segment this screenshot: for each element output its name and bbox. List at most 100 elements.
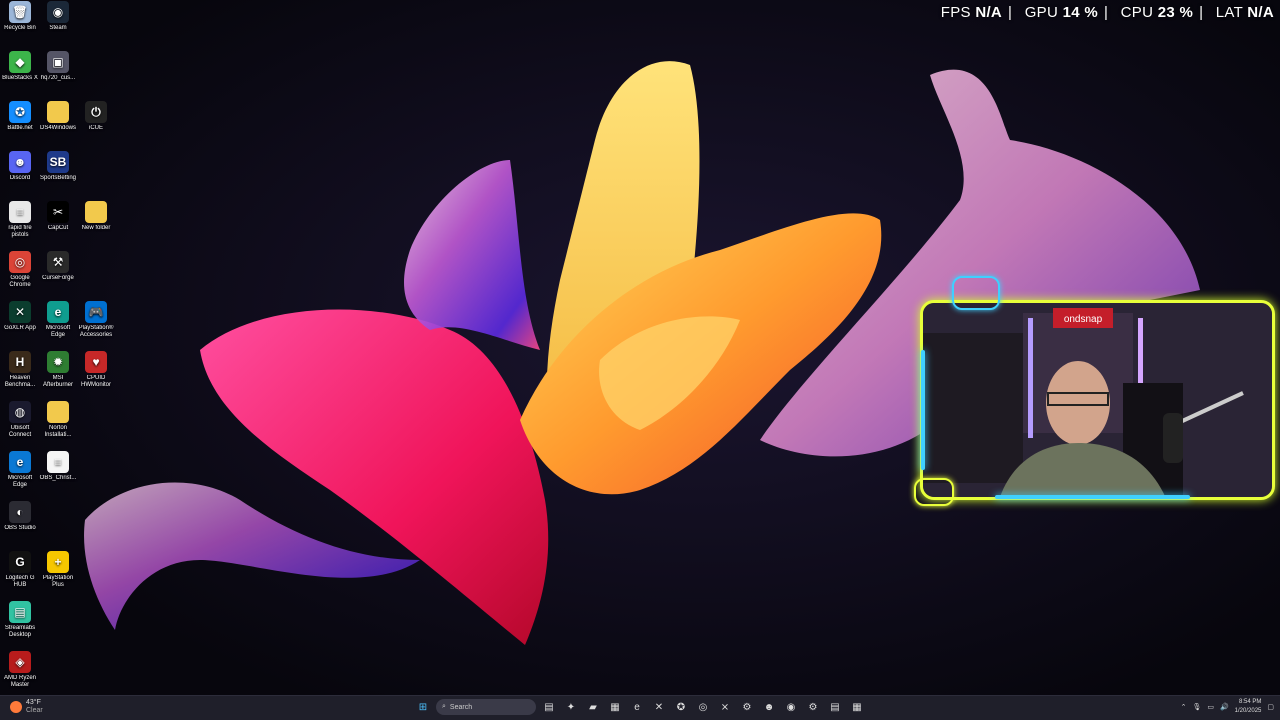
clock-time: 8:54 PM xyxy=(1239,699,1262,705)
desktop-icon-edge[interactable]: e Microsoft Edge xyxy=(38,301,78,339)
desktop-icon-label: Microsoft Edge xyxy=(45,325,71,338)
desktop-icon-capcut[interactable]: ✂ CapCut xyxy=(38,201,78,232)
network-icon[interactable]: ▭ xyxy=(1207,703,1214,711)
copilot-icon[interactable]: ✦ xyxy=(562,698,580,716)
desktop-icon-chrome[interactable]: ◎ Google Chrome xyxy=(0,251,40,289)
streamlabs-icon[interactable]: ▤ xyxy=(826,698,844,716)
settings-icon[interactable]: ⚙ xyxy=(804,698,822,716)
desktop-icon-label: Steam xyxy=(49,25,67,31)
gamepad-icon xyxy=(914,478,954,506)
volume-icon[interactable]: 🔊 xyxy=(1220,703,1229,711)
desktop-icon-playstation-accessories[interactable]: 🎮 PlayStation® Accessories xyxy=(76,301,116,339)
bluestacks-icon: ◆ xyxy=(9,51,31,73)
lat-value: N/A xyxy=(1247,4,1274,21)
folder-icon[interactable]: ▰ xyxy=(584,698,602,716)
desktop-icon-msi-afterburner[interactable]: ✹ MSI Afterburner xyxy=(38,351,78,389)
desktop-icon-label: Streamlabs Desktop xyxy=(4,625,36,638)
heaven-benchmark-icon: H xyxy=(9,351,31,373)
search-input[interactable]: ⌕ Search xyxy=(436,699,536,715)
weather-condition: Clear xyxy=(26,707,43,714)
desktop-icon-label: DS4Windows xyxy=(39,125,76,131)
desktop-icon-label: CapCut xyxy=(47,225,69,231)
desktop-icon-streamlabs[interactable]: ▤ Streamlabs Desktop xyxy=(0,601,40,639)
desktop-icon-label: GoXLR App xyxy=(4,325,36,331)
desktop-icon-label: New folder xyxy=(81,225,111,231)
steam-icon[interactable]: ◉ xyxy=(782,698,800,716)
desktop-icon-folder[interactable]: New folder xyxy=(76,201,116,232)
curseforge-icon: ⚒ xyxy=(47,251,69,273)
separator: | xyxy=(1199,4,1204,21)
desktop-icon-recycle-bin[interactable]: 🗑 Recycle Bin xyxy=(0,1,40,32)
chevron-up-icon[interactable]: ⌃ xyxy=(1181,703,1187,711)
desktop-icon-label: Battle.net xyxy=(7,125,33,131)
desktop-icon-label: PlayStation® Accessories xyxy=(78,325,114,338)
xbox-icon[interactable]: ⨯ xyxy=(716,698,734,716)
lat-label: LAT xyxy=(1215,4,1243,21)
discord-icon[interactable]: ☻ xyxy=(760,698,778,716)
edge-icon: e xyxy=(9,451,31,473)
desktop-icon-ubisoft[interactable]: ◍ Ubisoft Connect xyxy=(0,401,40,439)
wall-sign: ondsnap xyxy=(1064,314,1103,325)
folder-icon xyxy=(85,201,107,223)
tool-icon[interactable]: ⚙ xyxy=(738,698,756,716)
desktop-icon-label: MSI Afterburner xyxy=(42,375,73,388)
performance-overlay: FPS N/A | GPU 14 % | CPU 23 % | LAT N/A xyxy=(941,4,1274,21)
ubisoft-icon: ◍ xyxy=(9,401,31,423)
folder-icon xyxy=(47,101,69,123)
desktop-icon-amd-ryzen-master[interactable]: ◈ AMD Ryzen Master xyxy=(0,651,40,689)
desktop-icon-folder[interactable]: Norton Installati... xyxy=(38,401,78,439)
desktop-icon-image-file[interactable]: ▣ hq720_cus... xyxy=(38,51,78,82)
desktop-icon-label: PlayStation Plus xyxy=(42,575,74,588)
webcam-feed: ondsnap xyxy=(923,303,1272,497)
desktop-icon-label: Logitech G HUB xyxy=(5,575,35,588)
clock[interactable]: 8:54 PM 1/20/2025 xyxy=(1235,698,1262,716)
streamlabs-icon: ▤ xyxy=(9,601,31,623)
desktop-icon-folder[interactable]: DS4Windows xyxy=(38,101,78,132)
desktop-icon-heaven-benchmark[interactable]: H Heaven Benchma... xyxy=(0,351,40,389)
desktop-icon-goxlr[interactable]: ✕ GoXLR App xyxy=(0,301,40,332)
goxlr-icon[interactable]: ✕ xyxy=(650,698,668,716)
chrome-icon: ◎ xyxy=(9,251,31,273)
chrome-icon[interactable]: ◎ xyxy=(694,698,712,716)
edge-icon[interactable]: e xyxy=(628,698,646,716)
playstation-plus-icon: + xyxy=(47,551,69,573)
cpu-value: 23 % xyxy=(1157,4,1194,21)
desktop-icon-obs[interactable]: ◐ OBS Studio xyxy=(0,501,40,532)
desktop-icon-icue[interactable]: ⏻ iCUE xyxy=(76,101,116,132)
folder-icon xyxy=(47,401,69,423)
desktop-icon-curseforge[interactable]: ⚒ CurseForge xyxy=(38,251,78,282)
desktop-icon-bluestacks[interactable]: ◆ BlueStacks X xyxy=(0,51,40,82)
desktop-icon-hwmonitor[interactable]: ♥ CPUID HWMonitor xyxy=(76,351,116,389)
start-icon[interactable]: ⊞ xyxy=(414,698,432,716)
desktop-icon-text-file[interactable]: ≡ rapid fire pistols xyxy=(0,201,40,239)
notifications-icon[interactable]: ▢ xyxy=(1267,703,1274,711)
system-tray: ⌃ 🎙 ▭ 🔊 8:54 PM 1/20/2025 ▢ xyxy=(1181,698,1274,716)
desktop-icon-steam[interactable]: ◉ Steam xyxy=(38,1,78,32)
file-explorer-icon[interactable]: ▤ xyxy=(540,698,558,716)
desktop-icon-text-file[interactable]: ≡ OBS_Christ... xyxy=(38,451,78,482)
desktop-icon-logitech-ghub[interactable]: G Logitech G HUB xyxy=(0,551,40,589)
microphone-icon[interactable]: 🎙 xyxy=(1192,703,1201,711)
desktop-icon-label: Recycle Bin xyxy=(4,25,36,31)
taskbar: 43°F Clear ⊞ ⌕ Search ▤ ✦ ▰ ▦ e ✕ ✪ ◎ ⨯ ⚙ ☻ ◉ ⚙ ▤ ▦ ⌃ … xyxy=(0,695,1280,720)
desktop-icon-label: rapid fire pistols xyxy=(8,225,32,238)
icue-icon: ⏻ xyxy=(85,101,107,123)
gpu-value: 14 % xyxy=(1062,4,1098,21)
desktop-icon-label: OBS Studio xyxy=(4,525,36,531)
amd-ryzen-master-icon: ◈ xyxy=(9,651,31,673)
desktop-icon-label: Google Chrome xyxy=(9,275,31,288)
discord-icon: ☻ xyxy=(9,151,31,173)
capcut-icon: ✂ xyxy=(47,201,69,223)
battlenet-icon[interactable]: ✪ xyxy=(672,698,690,716)
webcam-accent-bar xyxy=(995,495,1190,499)
desktop-icon-sportsbetting[interactable]: SB SportsBetting xyxy=(38,151,78,182)
cpu-label: CPU xyxy=(1120,4,1154,21)
webcam-overlay: ondsnap xyxy=(920,300,1275,500)
weather-widget[interactable]: 43°F Clear xyxy=(10,699,43,715)
desktop-icon-discord[interactable]: ☻ Discord xyxy=(0,151,40,182)
desktop-icon-edge[interactable]: e Microsoft Edge xyxy=(0,451,40,489)
calculator-icon[interactable]: ▦ xyxy=(848,698,866,716)
desktop-icon-playstation-plus[interactable]: + PlayStation Plus xyxy=(38,551,78,589)
store-icon[interactable]: ▦ xyxy=(606,698,624,716)
desktop-icon-battlenet[interactable]: ✪ Battle.net xyxy=(0,101,40,132)
